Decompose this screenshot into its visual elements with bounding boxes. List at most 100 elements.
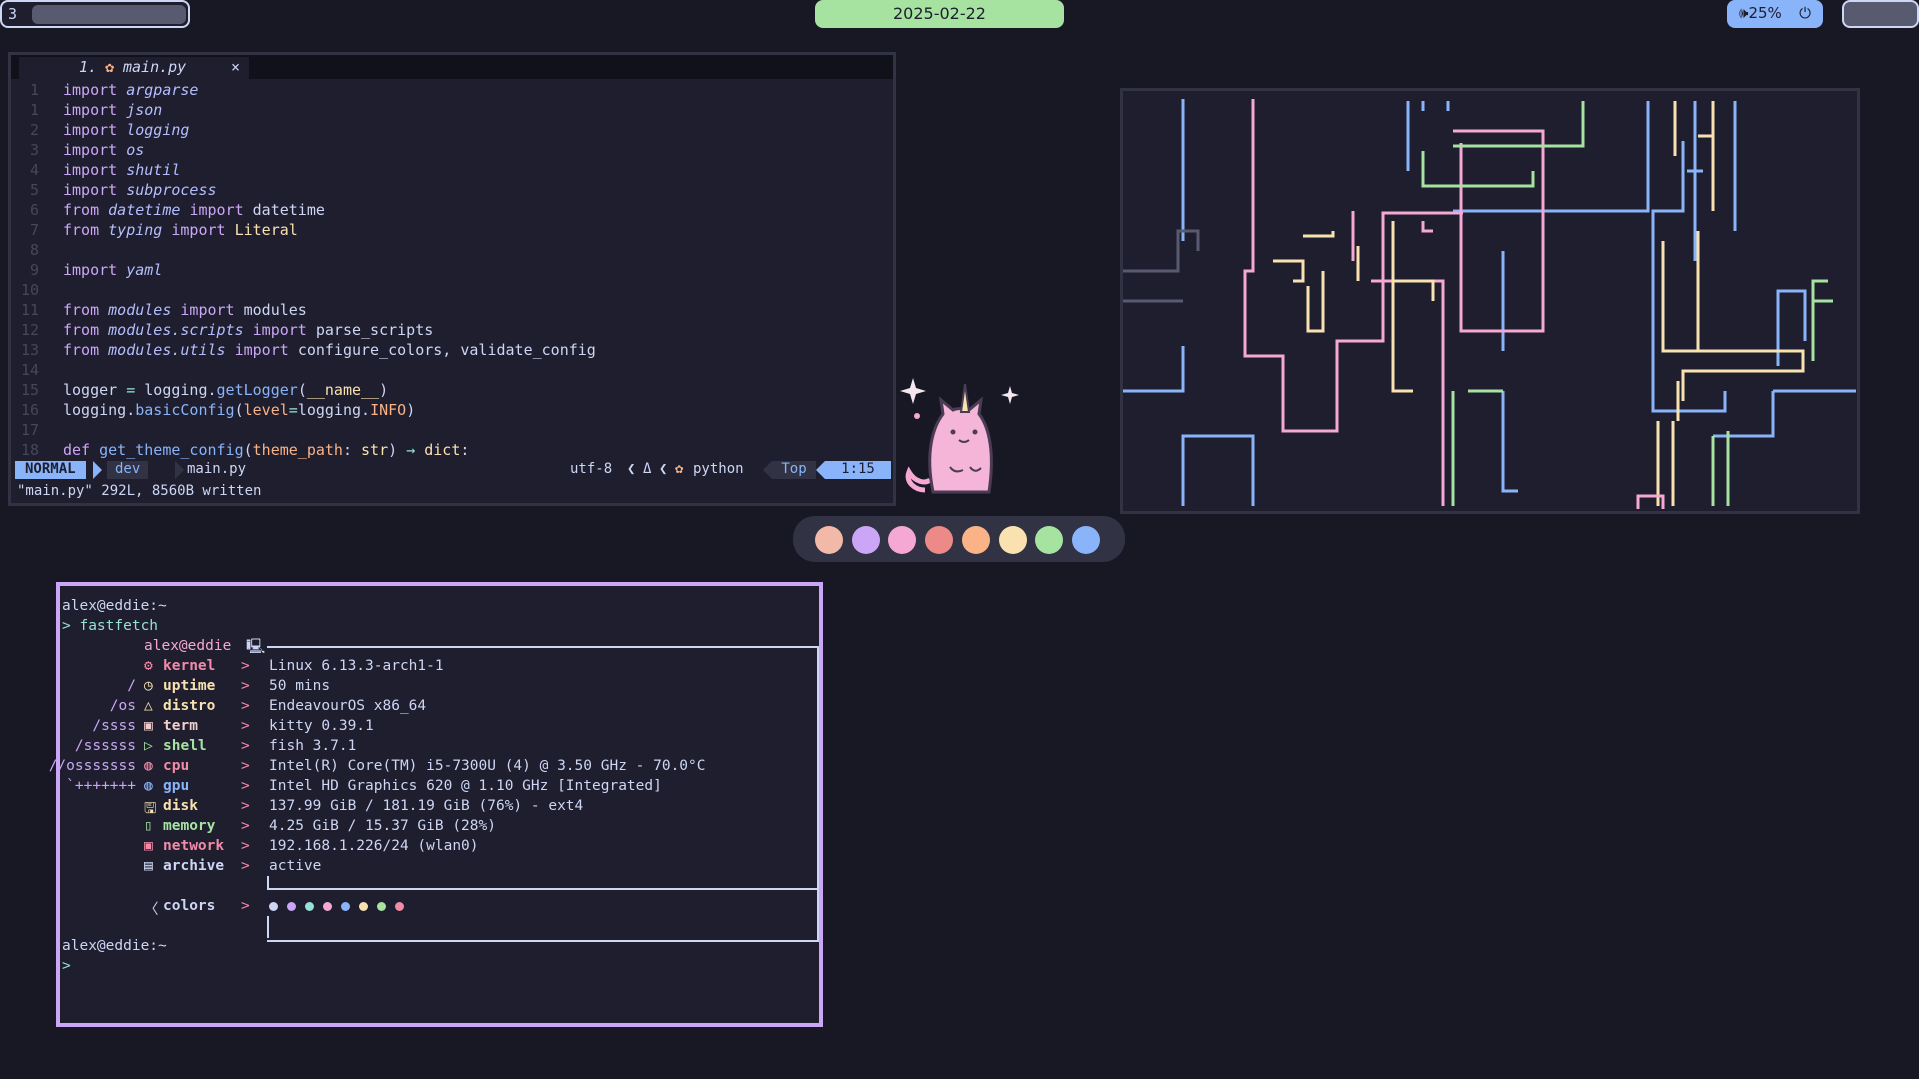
info-box-corner [267,916,269,938]
close-icon[interactable]: × [231,58,240,76]
color-dot [269,902,278,911]
shell-label: shell [163,738,207,754]
distro-label: distro [163,698,216,714]
network-label: network [163,838,225,854]
scroll-position: Top [772,461,816,479]
separator: > [241,798,250,814]
code-line[interactable]: 6 from datetime import datetime [11,201,891,221]
code-line[interactable]: 5 import subprocess [11,181,891,201]
line-number: 16 [20,401,39,419]
code-line[interactable]: 1 import argparse [11,81,891,101]
code-text: def get_theme_config(theme_path: str) → … [63,441,470,459]
code-line[interactable]: 7 from typing import Literal [11,221,891,241]
separator: > [241,858,250,874]
git-branch: dev [107,461,149,479]
code-line[interactable]: 12 from modules.scripts import parse_scri… [11,321,891,341]
colors-label: colors [163,898,216,914]
code-text: import subprocess [63,181,217,199]
info-box-corner [267,876,269,890]
separator: > [241,738,250,754]
code-line[interactable]: 8 [11,241,891,261]
tab-main-py[interactable]: 1. ✿ main.py × [19,57,249,79]
code-text: from datetime import datetime [63,201,325,219]
code-line[interactable]: 14 [11,361,891,381]
volume-widget[interactable]: 🕪25% ⏻ [1727,0,1823,28]
line-number: 1 [29,101,39,119]
status-filename: main.py [187,461,247,477]
command-line: "main.py" 292L, 8560B written [17,483,262,499]
line-number: 1 [29,81,39,99]
line-number: 10 [20,281,39,299]
code-line[interactable]: 17 [11,421,891,441]
workspace-indicator[interactable]: 3 [0,0,190,28]
line-number: 14 [20,361,39,379]
code-line[interactable]: 1 import json [11,101,891,121]
code-text: from modules import modules [63,301,307,319]
term-value: kitty 0.39.1 [269,718,374,734]
line-number: 6 [29,201,39,219]
code-line[interactable]: 11 from modules import modules [11,301,891,321]
code-line[interactable]: 9 import yaml [11,261,891,281]
gpu-label: gpu [163,778,190,794]
code-line[interactable]: 13 from modules.utils import configure_co… [11,341,891,361]
shell-value: fish 3.7.1 [269,738,357,754]
palette-dot [815,526,843,554]
line-number: 9 [29,261,39,279]
code-line[interactable]: 18 def get_theme_config(theme_path: str) … [11,441,891,461]
code-text: import os [63,141,145,159]
branch-separator [175,461,184,479]
palette-dot [1035,526,1064,554]
palette-dot [851,526,880,554]
python-icon: ✿ [675,461,684,477]
separator: > [241,758,250,774]
network-icon: ▣ [144,838,153,854]
tab-index: 1. [79,58,98,76]
network-value: 192.168.1.226/24 (wlan0) [269,838,479,854]
memory-label: memory [163,818,216,834]
code-text: from modules.scripts import parse_script… [63,321,434,339]
line-number: 3 [29,141,39,159]
delta-indicator: Δ [643,461,652,477]
position-separator [763,461,772,479]
code-line[interactable]: 16 logging.basicConfig(level=logging.INFO… [11,401,891,421]
disk-value: 137.99 GiB / 181.19 GiB (76%) - ext4 [269,798,584,814]
pipes-art [1123,99,1856,509]
tray-widget[interactable] [1842,0,1919,28]
uptime-icon: ◷ [144,678,153,694]
filetype: python [693,461,744,477]
separator: > [241,818,250,834]
power-icon[interactable]: ⏻ [1799,0,1811,27]
encoding: utf-8 [570,461,613,477]
pipes-screensaver-window[interactable] [1120,88,1860,514]
palette-dot [961,526,990,554]
prompt-cursor[interactable]: > [62,958,71,974]
ascii-art: / [127,678,136,694]
editor-window[interactable]: 1. ✿ main.py × 1 import argparse 1 import j… [8,52,896,506]
prompt-1: alex@eddie:~ [62,598,167,614]
cpu-label: cpu [163,758,190,774]
term-icon: ▣ [144,718,153,734]
colors-icon: 〈 [144,902,159,918]
date-widget[interactable]: 2025-02-22 [815,0,1064,28]
kernel-label: kernel [163,658,216,674]
code-line[interactable]: 15 logger = logging.getLogger(__name__) [11,381,891,401]
code-line[interactable]: 10 [11,281,891,301]
code-text: logging.basicConfig(level=logging.INFO) [63,401,416,419]
color-dot [341,902,350,911]
palette-dot [1071,526,1100,554]
palette-dot [925,526,954,554]
terminal-window[interactable]: alex@eddie:~ > fastfetch alex@eddie 🖳 ⚙ k… [49,582,823,1027]
workspace-bar [32,5,186,24]
status-divider-icon: ❮ [659,461,668,477]
workspace-number: 3 [8,5,18,23]
color-dot [359,902,368,911]
code-line[interactable]: 4 import shutil [11,161,891,181]
code-text: import yaml [63,261,163,279]
python-icon: ✿ [105,58,115,76]
separator: > [241,778,250,794]
palette-dot [888,526,917,554]
tabline: 1. ✿ main.py × [11,55,893,79]
code-line[interactable]: 3 import os [11,141,891,161]
code-line[interactable]: 2 import logging [11,121,891,141]
volume-level: 🕪25% [1739,4,1782,22]
